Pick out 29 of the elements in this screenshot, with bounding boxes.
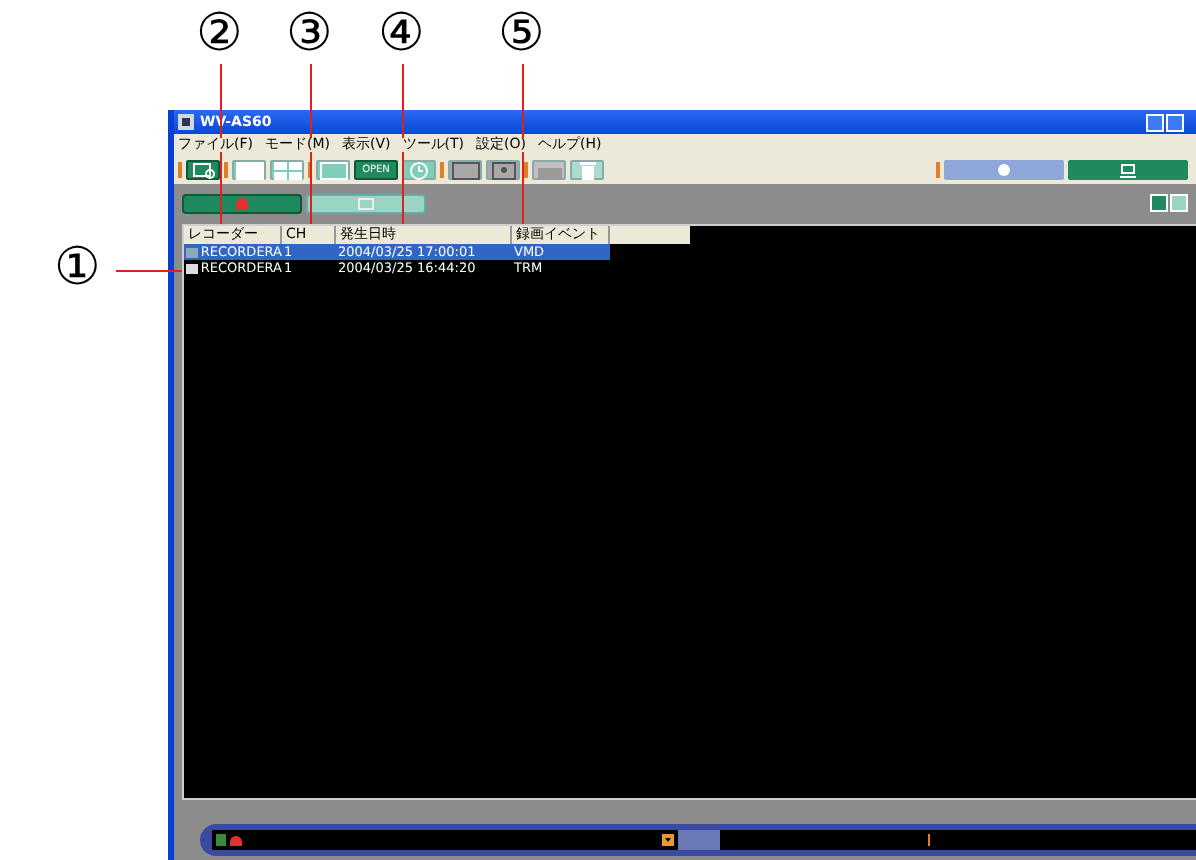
list-view-button[interactable] bbox=[1150, 194, 1168, 212]
screen-icon bbox=[319, 161, 347, 179]
tab[interactable] bbox=[182, 193, 302, 213]
blank-column-header bbox=[610, 226, 690, 244]
toolbar-button[interactable] bbox=[402, 160, 436, 180]
quad-screen-icon bbox=[273, 161, 301, 179]
frame-icon bbox=[451, 161, 479, 179]
app-icon bbox=[178, 114, 194, 130]
callout-number: ③ bbox=[286, 8, 333, 60]
slider-thumb[interactable] bbox=[678, 830, 720, 850]
folder-icon bbox=[358, 197, 374, 209]
single-screen-icon bbox=[235, 161, 263, 179]
clock-icon bbox=[410, 161, 428, 179]
toolbar-button[interactable] bbox=[186, 160, 220, 180]
alarm-light-icon bbox=[230, 835, 242, 845]
minimize-button[interactable] bbox=[1146, 113, 1164, 131]
tab[interactable] bbox=[306, 193, 426, 213]
search-icon bbox=[191, 161, 215, 179]
dropdown-icon[interactable] bbox=[662, 834, 674, 846]
monitor-icon bbox=[1120, 163, 1136, 177]
callout-number: ① bbox=[54, 242, 101, 294]
alarm-light-icon bbox=[236, 197, 248, 209]
callout-number: ④ bbox=[378, 8, 425, 60]
trash-icon bbox=[579, 161, 595, 179]
toolbar-button[interactable] bbox=[1068, 160, 1188, 180]
callout-number: ⑤ bbox=[498, 8, 545, 60]
callout-number: ② bbox=[196, 8, 243, 60]
maximize-button[interactable] bbox=[1166, 113, 1184, 131]
disc-icon bbox=[998, 164, 1010, 176]
